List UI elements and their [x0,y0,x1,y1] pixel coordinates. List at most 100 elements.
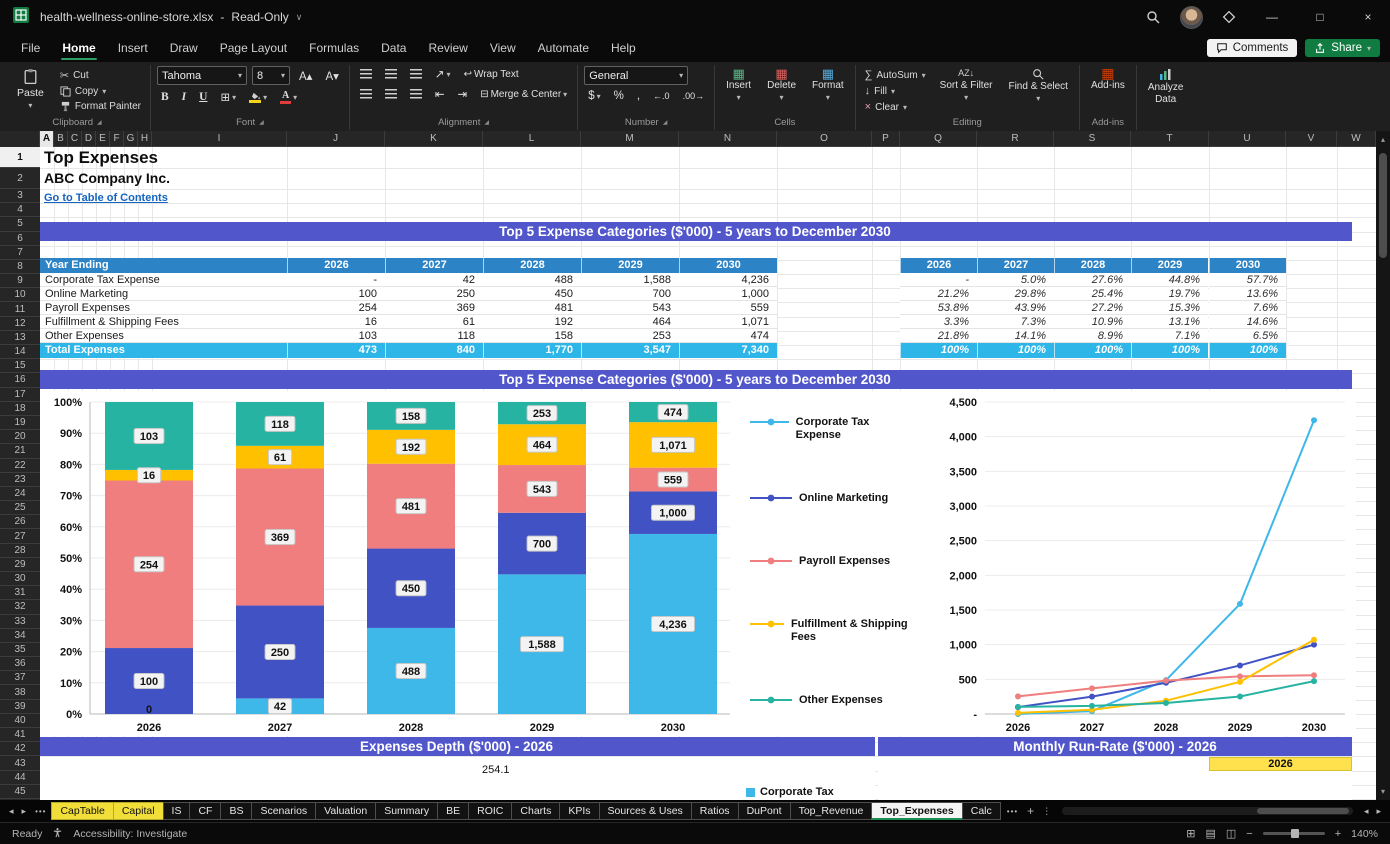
borders-button[interactable]: ⊞▾ [216,89,240,105]
merge-center-button[interactable]: ⊟Merge & Center▾ [476,88,571,101]
row-header-9[interactable]: 9 [0,274,40,288]
sheet-tab-capital[interactable]: Capital [113,802,164,820]
close-button[interactable]: × [1346,0,1390,34]
horizontal-scrollbar-thumb[interactable] [1257,808,1349,814]
column-header-E[interactable]: E [96,131,110,147]
pct-value[interactable]: 53.8% [900,301,977,315]
sheet-tab-valuation[interactable]: Valuation [315,802,376,820]
table-of-contents-link[interactable]: Go to Table of Contents [44,192,168,204]
sheet-tab-roic[interactable]: ROIC [468,802,512,820]
row-header-6[interactable]: 6 [0,232,40,246]
expense-value[interactable]: 1,071 [679,315,777,329]
title-chevron-icon[interactable]: ∨ [296,12,303,23]
vertical-scrollbar[interactable]: ▴ ▾ [1376,131,1390,800]
row-header-28[interactable]: 28 [0,544,40,558]
menu-automate[interactable]: Automate [527,34,600,62]
pct-total-value[interactable]: 100% [1131,343,1208,358]
expense-value[interactable]: 543 [581,301,679,315]
hscroll-right-icon[interactable]: ▸ [1373,806,1384,817]
sheet-tab-dupont[interactable]: DuPont [738,802,791,820]
line-chart[interactable]: -5001,0001,5002,0002,5003,0003,5004,0004… [920,391,1356,736]
row-header-12[interactable]: 12 [0,317,40,331]
row-header-40[interactable]: 40 [0,714,40,728]
column-header-M[interactable]: M [581,131,679,147]
column-header-T[interactable]: T [1131,131,1209,147]
expense-value[interactable]: - [287,273,385,287]
pct-value[interactable]: 13.6% [1209,287,1286,301]
column-header-C[interactable]: C [68,131,82,147]
row-header-25[interactable]: 25 [0,501,40,515]
zoom-out-button[interactable]: − [1246,828,1252,840]
row-header-27[interactable]: 27 [0,529,40,543]
fill-button[interactable]: ↓Fill▾ [862,84,929,98]
delete-cells-button[interactable]: ▦Delete▾ [762,66,801,105]
pct-value[interactable]: 13.1% [1131,315,1208,329]
row-header-35[interactable]: 35 [0,643,40,657]
percent-style-button[interactable]: % [610,89,628,103]
banner-top5-chart[interactable]: Top 5 Expense Categories ($'000) - 5 yea… [38,370,1352,389]
column-header-J[interactable]: J [287,131,385,147]
pct-total-value[interactable]: 100% [1209,343,1286,358]
row-header-22[interactable]: 22 [0,459,40,473]
pct-table-year-2030[interactable]: 2030 [1209,258,1286,273]
view-page-break-icon[interactable]: ◫ [1226,827,1236,840]
tabs-scroll-left-icon[interactable]: ◂ [6,806,17,817]
search-icon[interactable] [1136,0,1170,34]
row-header-31[interactable]: 31 [0,586,40,600]
pct-value[interactable]: - [900,273,977,287]
expense-row-label[interactable]: Other Expenses [38,329,287,343]
analyze-data-button[interactable]: AnalyzeData [1143,66,1189,107]
expense-value[interactable]: 464 [581,315,679,329]
number-format-combobox[interactable]: General▾ [584,66,688,85]
sheet-tab-is[interactable]: IS [163,802,191,820]
align-left-icon[interactable] [356,88,376,100]
increase-font-icon[interactable]: A▴ [295,68,316,84]
sheet-tab-captable[interactable]: CapTable [51,802,113,820]
row-header-18[interactable]: 18 [0,402,40,416]
row-header-8[interactable]: 8 [0,260,40,274]
pct-value[interactable]: 43.9% [977,301,1054,315]
pct-value[interactable]: 27.2% [1054,301,1131,315]
pct-value[interactable]: 57.7% [1209,273,1286,287]
pct-value[interactable]: 7.6% [1209,301,1286,315]
column-header-P[interactable]: P [872,131,900,147]
hscroll-left-icon[interactable]: ◂ [1361,806,1372,817]
decrease-indent-icon[interactable]: ⇤ [431,86,449,102]
font-name-combobox[interactable]: Tahoma▾ [157,66,247,85]
tabs-more-icon[interactable]: ••• [31,807,50,816]
stacked-bar-chart[interactable]: 0%10%20%30%40%50%60%70%80%90%100%0100254… [38,391,748,736]
align-top-icon[interactable] [356,68,376,80]
expense-value[interactable]: 253 [581,329,679,343]
sheet-tab-top-revenue[interactable]: Top_Revenue [790,802,873,820]
excel-app-icon[interactable] [12,6,30,29]
diamond-icon[interactable] [1212,0,1246,34]
row-header-20[interactable]: 20 [0,430,40,444]
expense-table-corner[interactable]: Year Ending [38,258,287,273]
share-button[interactable]: Share ▾ [1305,39,1380,57]
expense-total-value[interactable]: 1,770 [483,343,581,358]
pct-table-year-2027[interactable]: 2027 [977,258,1054,273]
paste-button[interactable]: Paste ▾ [10,66,51,112]
row-header-3[interactable]: 3 [0,189,40,203]
new-sheet-button[interactable]: + [1024,804,1037,818]
company-name-cell[interactable]: ABC Company Inc. [44,170,170,186]
expense-value[interactable]: 254 [287,301,385,315]
row-header-41[interactable]: 41 [0,728,40,742]
column-header-U[interactable]: U [1209,131,1286,147]
pct-value[interactable]: 27.6% [1054,273,1131,287]
sheet-tab-summary[interactable]: Summary [375,802,438,820]
wrap-text-button[interactable]: ↩Wrap Text [460,68,523,81]
row-header-37[interactable]: 37 [0,671,40,685]
pct-value[interactable]: 10.9% [1054,315,1131,329]
expense-total-value[interactable]: 473 [287,343,385,358]
sort-filter-button[interactable]: AZ↓Sort & Filter▾ [935,66,998,105]
dialog-launcher-icon[interactable]: ◢ [97,119,102,126]
legend-item-corporate-tax-expense[interactable]: Corporate Tax Expense [750,416,908,442]
view-normal-icon[interactable]: ⊞ [1186,827,1195,840]
row-header-15[interactable]: 15 [0,359,40,373]
legend-item-other-expenses[interactable]: Other Expenses [750,694,908,707]
row-header-2[interactable]: 2 [0,168,40,189]
row-header-42[interactable]: 42 [0,742,40,756]
zoom-in-button[interactable]: + [1335,828,1341,840]
expense-value[interactable]: 700 [581,287,679,301]
